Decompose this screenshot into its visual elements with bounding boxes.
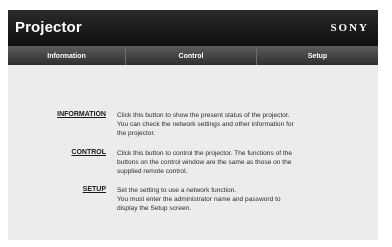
setup-section: SETUP Set the setting to use a network f… [8, 185, 378, 225]
brand-logo: SONY [330, 22, 369, 34]
information-section: INFORMATION Click this button to show th… [8, 110, 378, 150]
header-bar: Projector SONY [8, 10, 378, 46]
setup-description-line: You must enter the administrator name an… [117, 196, 281, 203]
setup-description-line: Set the setting to use a network functio… [117, 187, 237, 194]
control-description: Click this button to control the project… [117, 149, 353, 176]
tab-information[interactable]: Information [8, 47, 126, 65]
information-description-line: You can check the network settings and o… [117, 121, 294, 128]
control-description-line: Click this button to control the project… [117, 150, 293, 157]
control-description-line: buttons on the control window are the sa… [117, 159, 292, 166]
main-content: INFORMATION Click this button to show th… [8, 65, 378, 240]
tab-control[interactable]: Control [126, 47, 257, 65]
tab-setup[interactable]: Setup [257, 47, 378, 65]
control-link[interactable]: CONTROL [71, 149, 106, 156]
tab-bar: Information Control Setup [8, 46, 378, 65]
setup-link[interactable]: SETUP [83, 186, 106, 193]
app-title: Projector [15, 19, 82, 36]
information-description-line: the projector. [117, 130, 156, 137]
projector-window: Projector SONY Information Control Setup… [8, 10, 378, 240]
information-link[interactable]: INFORMATION [57, 111, 106, 118]
information-description: Click this button to show the present st… [117, 111, 353, 138]
control-description-line: supplied remote control. [117, 168, 188, 175]
control-section: CONTROL Click this button to control the… [8, 148, 378, 188]
information-description-line: Click this button to show the present st… [117, 112, 290, 119]
setup-description-line: display the Setup screen. [117, 205, 192, 212]
setup-description: Set the setting to use a network functio… [117, 186, 353, 213]
